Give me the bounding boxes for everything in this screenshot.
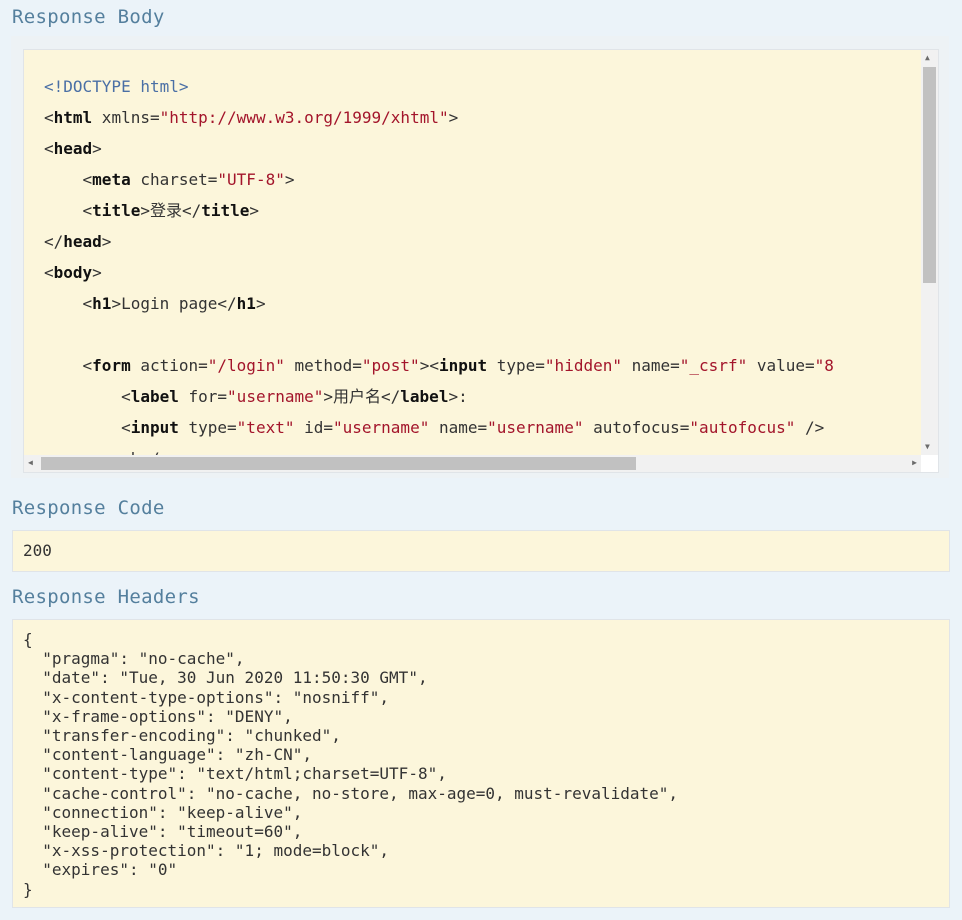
- code-token: >: [284, 170, 295, 189]
- code-token: meta: [92, 170, 131, 189]
- code-line: <!DOCTYPE html>: [44, 71, 834, 102]
- response-body-code: <!DOCTYPE html> <html xmlns="http://www.w…: [44, 71, 834, 455]
- code-token: "/login": [207, 356, 285, 375]
- code-token: <: [44, 356, 93, 375]
- code-token: >: [92, 263, 102, 282]
- code-token: <: [44, 418, 131, 437]
- code-token: "hidden": [544, 356, 622, 375]
- code-token: head: [63, 232, 102, 251]
- code-token: name=: [621, 356, 680, 375]
- code-token: value=: [747, 356, 815, 375]
- code-token: >: [92, 139, 102, 158]
- code-token: head: [53, 139, 93, 158]
- code-token: title: [201, 201, 250, 220]
- vertical-scrollbar[interactable]: ▲ ▼: [921, 50, 938, 455]
- code-token: label: [400, 387, 449, 406]
- code-token: type=: [487, 356, 545, 375]
- code-token: "8: [814, 356, 834, 375]
- code-token: label: [130, 387, 179, 406]
- code-token: type=: [178, 418, 237, 437]
- response-code-value: 200: [23, 541, 52, 560]
- horizontal-scrollbar[interactable]: ◀ ▶: [24, 455, 921, 472]
- response-body-heading: Response Body: [12, 6, 165, 28]
- code-token: id=: [294, 418, 333, 437]
- code-token: input: [438, 356, 488, 375]
- code-token: title: [92, 201, 141, 220]
- code-token: <: [44, 294, 93, 313]
- vertical-scrollbar-thumb[interactable]: [923, 67, 936, 283]
- code-line: <body>: [44, 257, 834, 288]
- horizontal-scrollbar-thumb[interactable]: [41, 457, 636, 470]
- code-token: body: [53, 263, 93, 282]
- code-token: "autofocus": [689, 418, 796, 437]
- code-token: >: [101, 232, 112, 251]
- code-token: />: [795, 418, 825, 437]
- code-line: <h1>Login page</h1>: [44, 288, 834, 319]
- code-token: >: [249, 201, 260, 220]
- code-token: <!DOCTYPE html>: [44, 77, 189, 96]
- scroll-right-arrow-icon[interactable]: ▶: [912, 459, 917, 467]
- code-token: <: [44, 201, 93, 220]
- code-line: </head>: [44, 226, 834, 257]
- response-headers-box: { "pragma": "no-cache", "date": "Tue, 30…: [12, 619, 950, 908]
- scroll-up-arrow-icon[interactable]: ▲: [925, 54, 930, 62]
- code-token: h1: [92, 294, 112, 313]
- code-token: autofocus=: [583, 418, 690, 437]
- code-line: [44, 319, 834, 350]
- code-token: >: [448, 108, 459, 127]
- code-token: <: [44, 108, 54, 127]
- code-token: charset=: [130, 170, 218, 189]
- code-token: "post": [361, 356, 420, 375]
- code-token: <: [44, 263, 54, 282]
- code-token: >用户名</: [323, 387, 401, 406]
- response-body-viewer[interactable]: <!DOCTYPE html> <html xmlns="http://www.w…: [23, 49, 939, 473]
- code-token: name=: [429, 418, 488, 437]
- code-token: html: [53, 108, 93, 127]
- scroll-left-arrow-icon[interactable]: ◀: [28, 459, 33, 467]
- code-token: for=: [178, 387, 228, 406]
- code-line: <head>: [44, 133, 834, 164]
- response-headers-json: { "pragma": "no-cache", "date": "Tue, 30…: [23, 630, 679, 899]
- code-line: <input type="text" id="username" name="u…: [44, 412, 834, 443]
- response-code-heading: Response Code: [12, 497, 165, 519]
- scroll-down-arrow-icon[interactable]: ▼: [925, 443, 930, 451]
- code-token: "UTF-8": [217, 170, 285, 189]
- code-token: <: [44, 170, 93, 189]
- code-token: "username": [487, 418, 584, 437]
- code-token: >登录</: [140, 201, 202, 220]
- code-token: >Login page</: [111, 294, 237, 313]
- response-body-section: <!DOCTYPE html> <html xmlns="http://www.w…: [11, 36, 949, 478]
- code-token: "_csrf": [679, 356, 748, 375]
- code-token: "username": [227, 387, 324, 406]
- code-token: </: [44, 232, 64, 251]
- response-headers-heading: Response Headers: [12, 586, 200, 608]
- code-token: ><: [419, 356, 439, 375]
- code-line: <html xmlns="http://www.w3.org/1999/xhtm…: [44, 102, 834, 133]
- code-token: h1: [236, 294, 256, 313]
- response-code-box: 200: [12, 530, 950, 572]
- scrollbar-corner: [921, 455, 938, 472]
- code-token: "http://www.w3.org/1999/xhtml": [159, 108, 449, 127]
- code-token: >: [255, 294, 266, 313]
- code-line: <title>登录</title>: [44, 195, 834, 226]
- code-token: action=: [130, 356, 208, 375]
- code-token: xmlns=: [92, 108, 160, 127]
- code-line: <meta charset="UTF-8">: [44, 164, 834, 195]
- code-token: >:: [448, 387, 468, 406]
- code-token: "username": [333, 418, 430, 437]
- code-token: method=: [284, 356, 362, 375]
- code-token: "text": [236, 418, 295, 437]
- code-token: form: [92, 356, 131, 375]
- code-line: <label for="username">用户名</label>:: [44, 381, 834, 412]
- code-token: input: [130, 418, 179, 437]
- code-line: <br/>: [44, 443, 834, 455]
- code-line: <form action="/login" method="post"><inp…: [44, 350, 834, 381]
- response-body-code-area[interactable]: <!DOCTYPE html> <html xmlns="http://www.w…: [24, 50, 921, 455]
- code-token: <: [44, 139, 54, 158]
- code-token: <: [44, 387, 131, 406]
